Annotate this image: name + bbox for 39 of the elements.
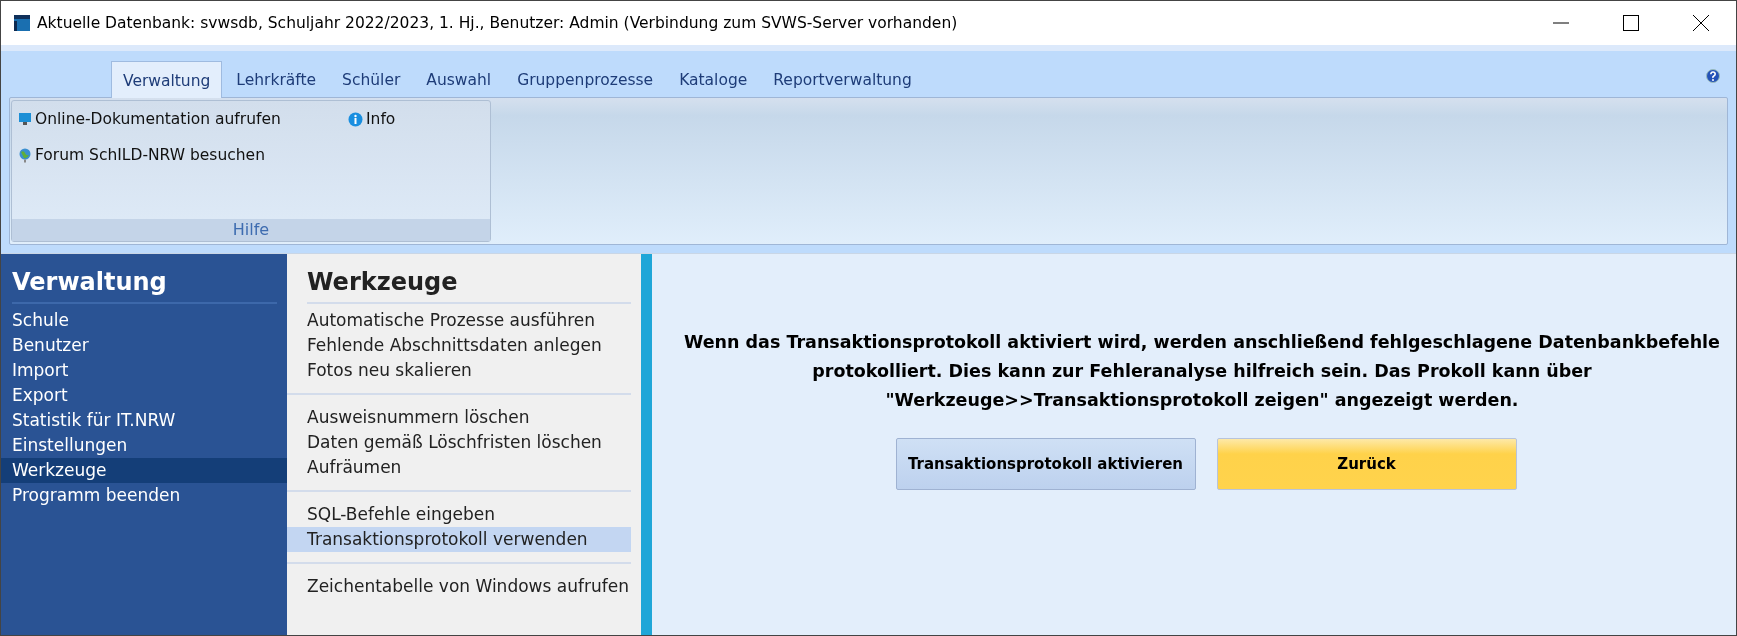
ribbon-tab[interactable]: Verwaltung: [111, 61, 223, 98]
sidebar-item[interactable]: Programm beenden: [1, 483, 287, 508]
globe-icon: [18, 147, 32, 163]
ribbon-button[interactable]: Forum SchILD-NRW besuchen: [18, 140, 348, 170]
submenu-item[interactable]: Fehlende Abschnittsdaten anlegen: [287, 333, 631, 358]
sidebar-item[interactable]: Einstellungen: [1, 433, 287, 458]
message-text: Wenn das Transaktionsprotokoll aktiviert wird, werden anschließend fehlgeschlagene Datenbankbefehle protokolliert. Dies kann zur Fehleranalyse hilfreich sein. Das Prokoll kann über "Werkzeuge>>Transaktionsprotokoll zeigen" angezeigt werden.: [683, 331, 1721, 412]
app-icon: [13, 14, 31, 32]
submenu-item[interactable]: Zeichentabelle von Windows aufrufen: [287, 574, 631, 599]
sidebar-title: Verwaltung: [12, 268, 277, 304]
sidebar-item[interactable]: Statistik für IT.NRW: [1, 408, 287, 433]
group-label: Hilfe: [12, 219, 490, 241]
submenu-item[interactable]: Automatische Prozesse ausführen: [287, 308, 631, 333]
sidebar-item[interactable]: Benutzer: [1, 333, 287, 358]
submenu-item[interactable]: Daten gemäß Löschfristen löschen: [287, 430, 631, 455]
sidebar-item[interactable]: Export: [1, 383, 287, 408]
sidebar-item[interactable]: Import: [1, 358, 287, 383]
ribbon-tab[interactable]: Kataloge: [667, 60, 760, 97]
submenu-item[interactable]: Transaktionsprotokoll verwenden: [287, 527, 631, 552]
ribbon-tab[interactable]: Schüler: [330, 60, 413, 97]
ribbon-tab[interactable]: Gruppenprozesse: [505, 60, 666, 97]
submenu-item[interactable]: Fotos neu skalieren: [287, 358, 631, 383]
submenu-title: Werkzeuge: [307, 268, 631, 304]
submenu-item[interactable]: Aufräumen: [287, 455, 631, 480]
sidebar-item[interactable]: Schule: [1, 308, 287, 333]
activate-button[interactable]: Transaktionsprotokoll aktivieren: [895, 438, 1196, 490]
ribbon-button[interactable]: Online-Dokumentation aufrufen: [18, 104, 348, 134]
info-icon: [348, 111, 363, 127]
ribbon-tab[interactable]: Reportverwaltung: [761, 60, 924, 97]
window-title: Aktuelle Datenbank: svwsdb, Schuljahr 2022/2023, 1. Hj., Benutzer: Admin (Verbindung zum SVWS-Server vorhanden): [37, 14, 958, 32]
help-icon[interactable]: [1706, 69, 1720, 83]
ribbon-button[interactable]: Info: [348, 104, 484, 134]
submenu-item[interactable]: Ausweisnummern löschen: [287, 405, 631, 430]
back-button[interactable]: Zurück: [1216, 438, 1517, 490]
ribbon-tab[interactable]: Auswahl: [414, 60, 504, 97]
submenu-item[interactable]: SQL-Befehle eingeben: [287, 502, 631, 527]
sidebar-item[interactable]: Werkzeuge: [1, 458, 287, 483]
ribbon-tab[interactable]: Lehrkräfte: [224, 60, 329, 97]
monitor-icon: [18, 112, 32, 126]
